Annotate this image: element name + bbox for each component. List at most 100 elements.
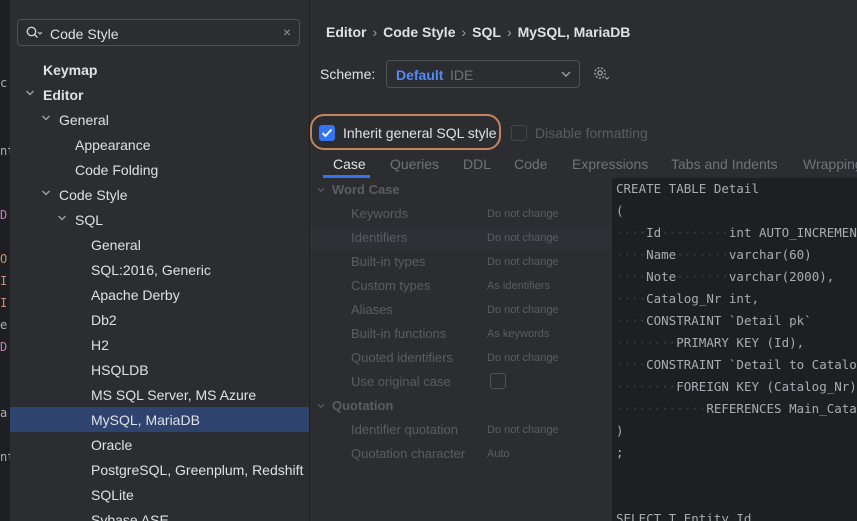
code-preview: CREATE TABLE Detail(····Id·········int A… bbox=[612, 178, 857, 521]
tree-item[interactable]: SQLite bbox=[10, 482, 309, 507]
code-token: REFERENCES Main_Catalog bbox=[706, 401, 857, 416]
tree-item-label: SQLite bbox=[91, 487, 134, 503]
option-value[interactable]: Do not change bbox=[487, 208, 559, 220]
tree-item[interactable]: MySQL, MariaDB bbox=[10, 407, 309, 432]
tab-case[interactable]: Case bbox=[333, 156, 366, 172]
tree-item[interactable]: Apache Derby bbox=[10, 282, 309, 307]
tab-tabs-and-indents[interactable]: Tabs and Indents bbox=[671, 156, 778, 172]
tree-item[interactable]: SQL:2016, Generic bbox=[10, 257, 309, 282]
code-line: ····CONSTRAINT `Detail to Catalog` bbox=[616, 357, 857, 372]
editor-gutter-edge: cntDOIIeDant bbox=[0, 0, 10, 521]
whitespace-marker: ···· bbox=[616, 247, 647, 262]
settings-search-field[interactable]: Code Style × bbox=[17, 19, 300, 46]
tree-item[interactable]: Oracle bbox=[10, 432, 309, 457]
clear-search-icon[interactable]: × bbox=[283, 24, 291, 40]
tree-item-label: Code Folding bbox=[75, 162, 159, 178]
tree-item[interactable]: HSQLDB bbox=[10, 357, 309, 382]
use-original-case-checkbox[interactable] bbox=[490, 373, 506, 389]
breadcrumb-item[interactable]: MySQL, MariaDB bbox=[518, 24, 631, 40]
case-options-list: Word Case Keywords Do not change Identifier… bbox=[310, 178, 612, 521]
option-row[interactable]: Identifiers Do not change bbox=[310, 226, 612, 250]
breadcrumb-item[interactable]: SQL bbox=[472, 24, 501, 40]
whitespace-marker: ···· bbox=[616, 269, 647, 284]
inherit-style-label[interactable]: Inherit general SQL style bbox=[343, 125, 497, 141]
code-style-tabs: Case Queries DDL Code Expressions Tabs and In… bbox=[310, 150, 857, 179]
chevron-down-icon[interactable] bbox=[24, 87, 36, 99]
option-row[interactable]: Keywords Do not change bbox=[310, 202, 612, 226]
tree-item[interactable]: Code Style bbox=[10, 182, 309, 207]
tree-item-label: MS SQL Server, MS Azure bbox=[91, 387, 257, 403]
tree-item[interactable]: H2 bbox=[10, 332, 309, 357]
disable-formatting-checkbox[interactable] bbox=[511, 125, 527, 141]
tree-item[interactable]: Appearance bbox=[10, 132, 309, 157]
code-token: varchar(60) bbox=[728, 247, 812, 262]
option-value[interactable]: Do not change bbox=[487, 424, 559, 436]
checkmark-icon bbox=[321, 128, 333, 138]
editor-gutter-glyph: nt bbox=[0, 450, 10, 464]
option-row[interactable]: Built-in types Do not change bbox=[310, 250, 612, 274]
settings-content: Editor › Code Style › SQL › MySQL, MariaDB Sch… bbox=[310, 0, 857, 521]
option-row[interactable]: Quoted identifiers Do not change bbox=[310, 346, 612, 370]
tree-item[interactable]: MS SQL Server, MS Azure bbox=[10, 382, 309, 407]
search-icon bbox=[26, 26, 42, 38]
chevron-down-icon[interactable] bbox=[316, 185, 326, 195]
disable-formatting-label[interactable]: Disable formatting bbox=[535, 125, 648, 141]
option-row[interactable]: Identifier quotation Do not change bbox=[310, 418, 612, 442]
tree-item-label: Apache Derby bbox=[91, 287, 180, 303]
tree-item[interactable]: Sybase ASE bbox=[10, 507, 309, 521]
tree-item[interactable]: General bbox=[10, 107, 309, 132]
tree-item[interactable]: Keymap bbox=[10, 57, 309, 82]
chevron-down-icon[interactable] bbox=[40, 187, 52, 199]
option-name: Built-in types bbox=[351, 254, 426, 269]
inherit-style-checkbox[interactable] bbox=[319, 125, 335, 141]
code-token: ; bbox=[616, 445, 624, 460]
tree-item[interactable]: Editor bbox=[10, 82, 309, 107]
tree-item[interactable]: PostgreSQL, Greenplum, Redshift bbox=[10, 457, 309, 482]
editor-gutter-glyph: D bbox=[0, 208, 8, 222]
code-line: ········PRIMARY KEY (Id), bbox=[616, 335, 804, 350]
scheme-dropdown[interactable]: Default IDE bbox=[386, 60, 580, 88]
option-value[interactable]: Do not change bbox=[487, 232, 559, 244]
tree-item-label: PostgreSQL, Greenplum, Redshift bbox=[91, 462, 304, 478]
option-value[interactable]: As keywords bbox=[487, 328, 549, 340]
options-section-header[interactable]: Quotation bbox=[310, 394, 612, 418]
code-token: CONSTRAINT `Detail to Catalog` bbox=[646, 357, 857, 372]
option-name: Custom types bbox=[351, 278, 431, 293]
option-row[interactable]: Quotation character Auto bbox=[310, 442, 612, 466]
tab-queries[interactable]: Queries bbox=[390, 156, 439, 172]
scheme-value: Default bbox=[396, 67, 444, 83]
option-row[interactable]: Custom types As identifiers bbox=[310, 274, 612, 298]
gear-icon[interactable] bbox=[593, 66, 609, 82]
whitespace-marker: ···· bbox=[616, 291, 647, 306]
tree-item[interactable]: Code Folding bbox=[10, 157, 309, 182]
breadcrumb-item[interactable]: Code Style bbox=[383, 24, 455, 40]
tab-wrapping[interactable]: Wrapping bbox=[803, 156, 857, 172]
chevron-down-icon[interactable] bbox=[56, 212, 68, 224]
tab-ddl[interactable]: DDL bbox=[463, 156, 491, 172]
whitespace-marker: ···· bbox=[616, 357, 647, 372]
option-row[interactable]: Built-in functions As keywords bbox=[310, 322, 612, 346]
tree-item[interactable]: Db2 bbox=[10, 307, 309, 332]
tree-item[interactable]: General bbox=[10, 232, 309, 257]
tree-item-label: H2 bbox=[91, 337, 109, 353]
code-token: varchar(2000), bbox=[728, 269, 835, 284]
option-value[interactable]: Do not change bbox=[487, 256, 559, 268]
option-value[interactable]: Do not change bbox=[487, 304, 559, 316]
scheme-label: Scheme: bbox=[320, 66, 376, 82]
option-value[interactable]: Do not change bbox=[487, 352, 559, 364]
chevron-down-icon[interactable] bbox=[316, 401, 326, 411]
tree-item[interactable]: SQL bbox=[10, 207, 309, 232]
tab-code[interactable]: Code bbox=[514, 156, 547, 172]
code-line: ) bbox=[616, 423, 624, 438]
editor-gutter-glyph: nt bbox=[0, 144, 10, 158]
search-input[interactable]: Code Style bbox=[50, 26, 118, 42]
option-row[interactable]: Use original case bbox=[310, 370, 612, 394]
chevron-down-icon[interactable] bbox=[40, 112, 52, 124]
option-row[interactable]: Aliases Do not change bbox=[310, 298, 612, 322]
breadcrumb-item[interactable]: Editor bbox=[326, 24, 366, 40]
option-value[interactable]: As identifiers bbox=[487, 280, 550, 292]
options-section-header[interactable]: Word Case bbox=[310, 178, 612, 202]
tab-expressions[interactable]: Expressions bbox=[572, 156, 648, 172]
code-token: ······· bbox=[676, 247, 729, 262]
option-value[interactable]: Auto bbox=[487, 448, 510, 460]
